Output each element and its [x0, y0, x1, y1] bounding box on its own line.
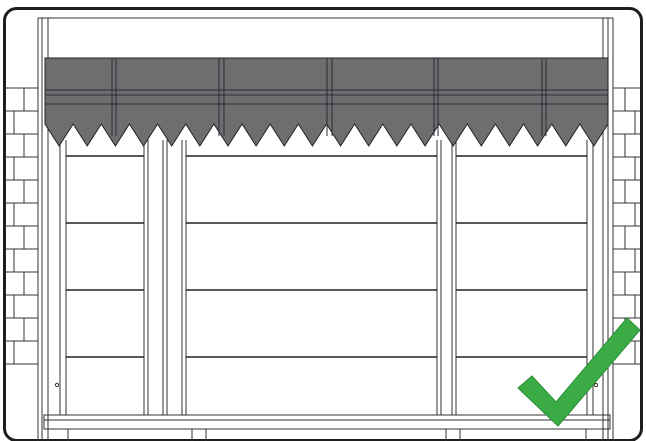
drawing-canvas: [0, 0, 646, 441]
window-awning-drawing: [3, 7, 643, 441]
